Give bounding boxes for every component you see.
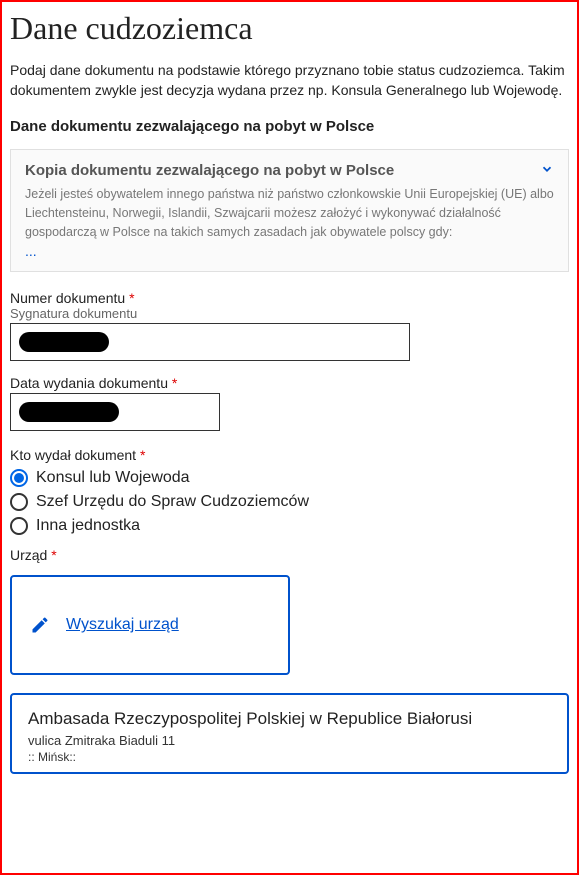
accordion-more-link[interactable]: ... (25, 243, 554, 259)
accordion-title: Kopia dokumentu zezwalającego na pobyt w… (25, 162, 394, 179)
doc-number-input[interactable] (10, 323, 410, 361)
radio-label: Szef Urzędu do Spraw Cudzoziemców (36, 493, 309, 511)
radio-option-inna[interactable]: Inna jednostka (10, 517, 569, 535)
radio-label: Konsul lub Wojewoda (36, 469, 190, 487)
accordion-document-copy[interactable]: Kopia dokumentu zezwalającego na pobyt w… (10, 149, 569, 272)
office-address: vulica Zmitraka Biaduli 11 (28, 733, 551, 748)
redacted-value (19, 402, 119, 422)
redacted-value (19, 332, 109, 352)
page-title: Dane cudzoziemca (10, 10, 569, 47)
intro-text: Podaj dane dokumentu na podstawie któreg… (10, 61, 569, 100)
search-office-label: Wyszukaj urząd (66, 616, 179, 634)
office-label: Urząd * (10, 547, 569, 563)
issuer-radio-group: Konsul lub Wojewoda Szef Urzędu do Spraw… (10, 469, 569, 535)
doc-number-hint: Sygnatura dokumentu (10, 306, 569, 321)
radio-icon (10, 493, 28, 511)
section-heading: Dane dokumentu zezwalającego na pobyt w … (10, 118, 569, 135)
search-office-button[interactable]: Wyszukaj urząd (10, 575, 290, 675)
office-name: Ambasada Rzeczypospolitej Polskiej w Rep… (28, 709, 551, 729)
radio-option-konsul[interactable]: Konsul lub Wojewoda (10, 469, 569, 487)
accordion-body: Jeżeli jesteś obywatelem innego państwa … (25, 185, 554, 241)
doc-date-input[interactable] (10, 393, 220, 431)
doc-number-label: Numer dokumentu * (10, 290, 569, 306)
edit-icon (30, 615, 50, 635)
issuer-label: Kto wydał dokument * (10, 447, 569, 463)
accordion-header[interactable]: Kopia dokumentu zezwalającego na pobyt w… (25, 162, 554, 185)
radio-icon (10, 517, 28, 535)
doc-date-label: Data wydania dokumentu * (10, 375, 569, 391)
radio-label: Inna jednostka (36, 517, 140, 535)
chevron-down-icon (540, 162, 554, 181)
selected-office-card[interactable]: Ambasada Rzeczypospolitej Polskiej w Rep… (10, 693, 569, 774)
office-city: :: Mińsk:: (28, 750, 551, 764)
radio-icon (10, 469, 28, 487)
radio-option-szef[interactable]: Szef Urzędu do Spraw Cudzoziemców (10, 493, 569, 511)
